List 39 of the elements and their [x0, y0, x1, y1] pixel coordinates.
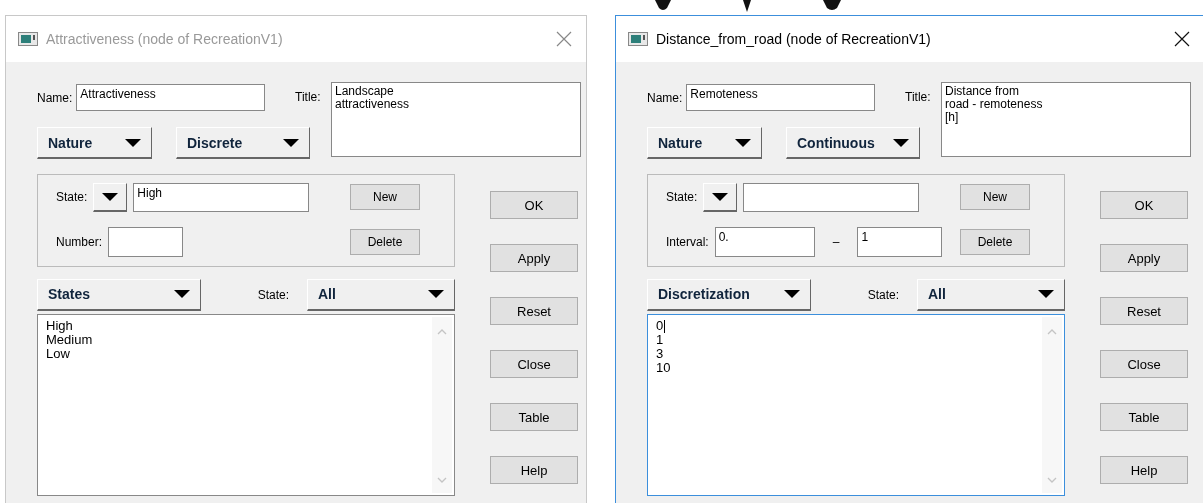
list-box[interactable]: 0 1 3 10: [647, 314, 1065, 496]
window-icon: [18, 32, 38, 46]
state-field[interactable]: [743, 182, 920, 212]
dialog-button[interactable]: Help: [1100, 456, 1188, 484]
new-button[interactable]: New: [960, 184, 1030, 210]
state-filter-dropdown[interactable]: All: [917, 278, 1065, 311]
list-item[interactable]: 3: [656, 347, 664, 361]
list-item[interactable]: 10: [656, 361, 671, 375]
window-icon: [628, 32, 648, 46]
title-field[interactable]: Distance from road - remoteness [h]: [941, 82, 1191, 157]
title-label: Title:: [905, 89, 932, 106]
list-item[interactable]: 0: [656, 319, 664, 333]
window-title: Attractiveness (node of RecreationV1): [46, 31, 284, 47]
state-label: State:: [666, 190, 698, 204]
state-label: State:: [56, 190, 88, 204]
name-label: Name:: [37, 90, 73, 105]
dialog-button[interactable]: Reset: [1100, 297, 1188, 325]
dialog-button[interactable]: OK: [1100, 191, 1188, 219]
list-mode-dropdown[interactable]: Discretization: [647, 278, 811, 311]
delete-button[interactable]: Delete: [960, 229, 1030, 255]
interval-label: Interval:: [666, 235, 709, 249]
dialog-button[interactable]: Apply: [1100, 244, 1188, 272]
list-item[interactable]: 1: [656, 333, 664, 347]
interval-to-field[interactable]: 1: [857, 227, 943, 257]
name-field[interactable]: Remoteness: [686, 84, 876, 111]
state-filter-label: State:: [257, 287, 289, 302]
interval-from-field[interactable]: 0.: [714, 227, 815, 257]
interval-separator: –: [831, 235, 841, 249]
type-dropdown[interactable]: Continuous: [786, 127, 920, 159]
state-filter-label: State:: [867, 287, 899, 302]
nature-dropdown[interactable]: Nature: [647, 127, 762, 159]
close-icon[interactable]: [1174, 31, 1190, 47]
state-dropdown-button[interactable]: [703, 182, 738, 212]
dialog-button[interactable]: Table: [1100, 403, 1188, 431]
title-label: Title:: [295, 89, 322, 106]
dialog-button[interactable]: Close: [1100, 350, 1188, 378]
name-label: Name:: [647, 90, 683, 105]
window-title: Distance_from_road (node of RecreationV1): [656, 31, 932, 47]
number-label: Number:: [56, 235, 102, 249]
